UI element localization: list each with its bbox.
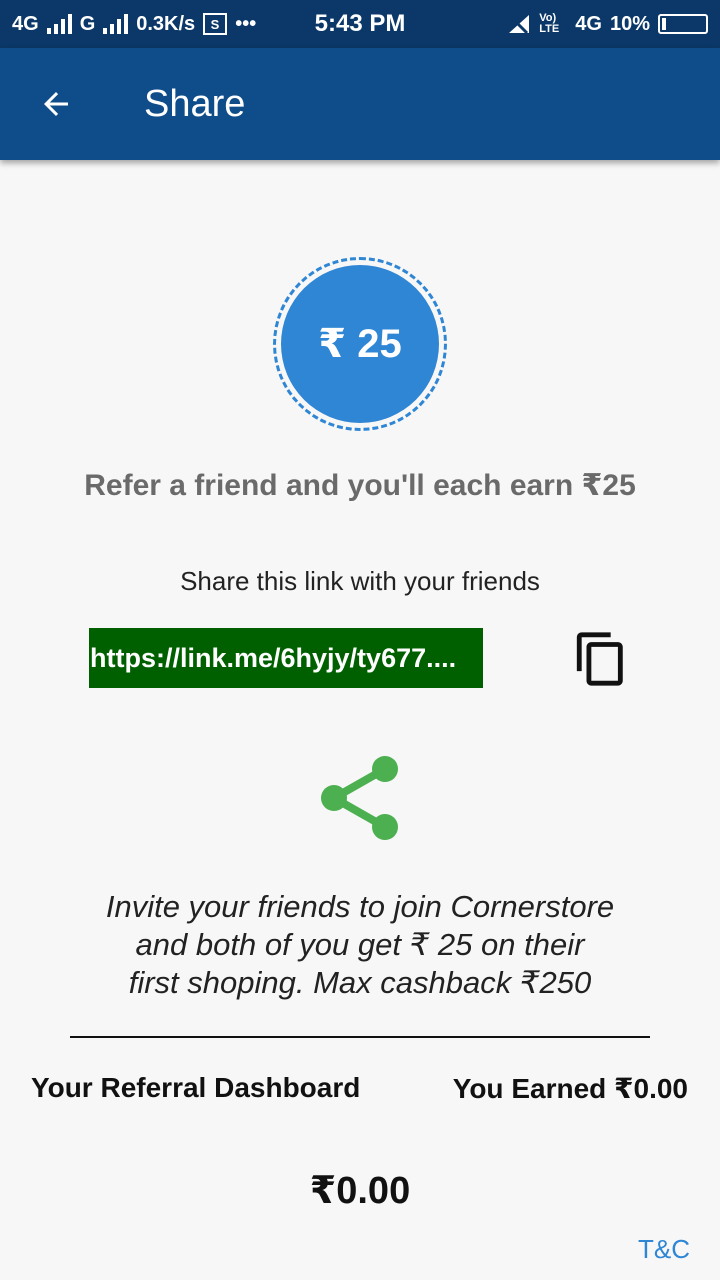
invite-description-line: Invite your friends to join Cornerstore <box>105 889 615 924</box>
referral-headline: Refer a friend and you'll each earn ₹25 <box>84 469 636 502</box>
copy-link-button[interactable] <box>566 624 636 694</box>
svg-text:S: S <box>211 17 220 32</box>
arrow-left-icon <box>44 92 68 116</box>
network-type-label: 4G <box>12 12 39 35</box>
share-icon <box>321 756 398 840</box>
volte-label: Vo) LTE <box>539 12 560 35</box>
battery-icon <box>658 14 708 34</box>
invite-description-line: first shoping. Max cashback ₹250 <box>128 965 592 1000</box>
status-bar: 4G G 0.3K/s S ••• 5:43 PM Vo) LTE 4G 10% <box>0 0 720 48</box>
total-earnings: ₹0.00 <box>309 1170 411 1212</box>
network-type-label-2: G <box>79 12 96 35</box>
network-type-label-3: 4G <box>575 12 602 35</box>
terms-link[interactable]: T&C <box>638 1234 690 1265</box>
network-speed: 0.3K/s <box>136 12 196 35</box>
signal-icon-2 <box>103 14 129 34</box>
more-notifications-icon: ••• <box>235 12 257 35</box>
app-bar: Share <box>0 48 720 160</box>
reward-badge: ₹ 25 <box>281 265 439 423</box>
battery-percent: 10% <box>609 12 650 35</box>
status-left: 4G G 0.3K/s S ••• <box>12 13 256 36</box>
screenshot-icon: S <box>203 13 228 35</box>
referral-link[interactable]: https://link.me/6hyjy/ty677.... <box>89 628 483 688</box>
back-button[interactable] <box>0 48 112 160</box>
no-signal-icon <box>507 13 531 35</box>
page-title: Share <box>144 82 246 125</box>
share-instruction: Share this link with your friends <box>180 566 540 596</box>
reward-badge-ring: ₹ 25 <box>273 257 447 431</box>
earned-amount: You Earned ₹0.00 <box>452 1073 688 1104</box>
referral-dashboard-label: Your Referral Dashboard <box>31 1072 361 1103</box>
status-right: Vo) LTE 4G 10% <box>507 13 708 36</box>
invite-description: Invite your friends to join Cornerstore … <box>60 888 660 1002</box>
divider <box>70 1036 650 1038</box>
share-button[interactable] <box>312 748 408 848</box>
copy-icon <box>576 632 623 686</box>
invite-description-line: and both of you get ₹ 25 on their <box>135 927 585 962</box>
signal-icon <box>46 14 72 34</box>
